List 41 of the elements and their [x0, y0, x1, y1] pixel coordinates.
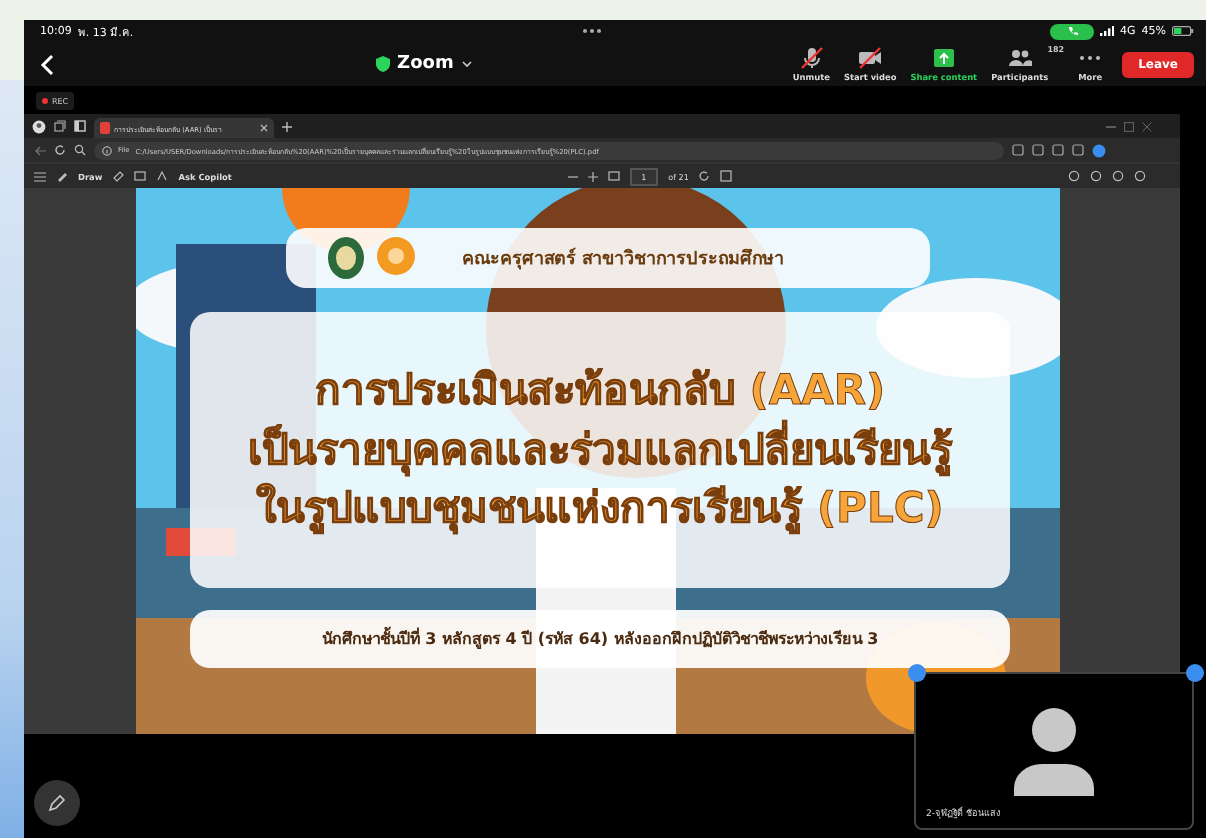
avatar-icon	[1010, 707, 1098, 795]
profile-icon[interactable]	[32, 119, 46, 133]
zoom-in-icon[interactable]	[587, 171, 598, 181]
meeting-title[interactable]: Zoom	[397, 54, 454, 74]
resize-handle[interactable]	[1186, 664, 1204, 682]
multitasking-icon[interactable]	[581, 28, 602, 34]
contents-icon[interactable]	[34, 171, 46, 181]
call-indicator[interactable]	[1050, 23, 1095, 39]
highlight-icon[interactable]	[56, 170, 68, 182]
rotate-icon[interactable]	[698, 170, 711, 182]
workspaces-icon[interactable]	[54, 120, 66, 132]
maximize-icon[interactable]	[1124, 121, 1134, 131]
emblem-icon	[326, 236, 366, 280]
share-icon	[931, 46, 956, 70]
header-text: คณะครุศาสตร์ สาขาวิชาการประถมศึกษา	[462, 245, 785, 272]
annotate-button[interactable]	[34, 780, 80, 826]
microphone-icon	[799, 46, 824, 70]
page-view-icon[interactable]	[134, 170, 147, 182]
new-tab-icon[interactable]	[282, 121, 292, 131]
logo-icon	[376, 236, 416, 280]
slide-title: ในรูปแบบชุมชนแห่งการเรียนรู้ (PLC)	[256, 481, 944, 538]
signal-icon	[1100, 26, 1115, 36]
subtitle-banner: นักศึกษาชั้นปีที่ 3 หลักสูตร 4 ปี (รหัส 64) หลังออกฝึกปฏิบัติวิชาชีพระหว่างเรียน 3	[190, 610, 1010, 668]
fit-page-icon[interactable]	[607, 170, 620, 182]
close-icon[interactable]	[1142, 121, 1152, 131]
people-icon	[1007, 46, 1032, 70]
pencil-icon	[48, 794, 66, 812]
caret-icon[interactable]	[461, 60, 472, 68]
shield-icon	[375, 56, 390, 72]
close-icon[interactable]	[260, 124, 268, 132]
minimize-icon[interactable]	[1106, 121, 1116, 131]
info-icon	[102, 145, 112, 155]
slide-title: การประเมินสะท้อนกลับ (AAR)	[314, 364, 886, 419]
battery-icon	[1172, 26, 1195, 36]
slide-title: เป็นรายบุคคลและร่วมแลกเปลี่ยนเรียนรู้	[248, 421, 952, 479]
zoom-out-icon[interactable]	[567, 171, 578, 181]
eraser-icon[interactable]	[112, 170, 125, 182]
tabs-icon[interactable]	[74, 120, 86, 132]
reload-icon[interactable]	[54, 144, 66, 156]
video-camera-icon	[858, 46, 883, 70]
pdf-icon	[100, 122, 110, 134]
